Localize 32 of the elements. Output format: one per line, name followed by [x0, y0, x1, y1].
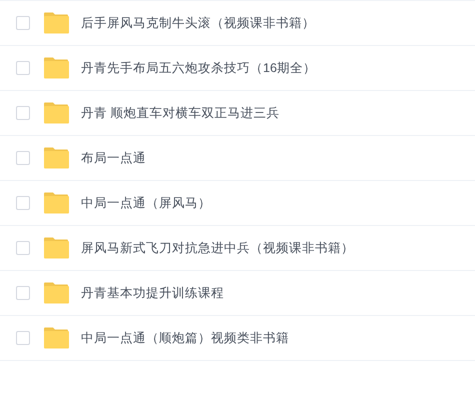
checkbox[interactable]	[16, 331, 30, 345]
folder-icon	[43, 102, 69, 124]
file-name[interactable]: 后手屏风马克制牛头滚（视频课非书籍）	[81, 14, 315, 32]
checkbox[interactable]	[16, 151, 30, 165]
file-name[interactable]: 丹青 顺炮直车对横车双正马进三兵	[81, 104, 280, 122]
file-row[interactable]: 丹青基本功提升训练课程	[0, 271, 475, 316]
file-row[interactable]: 中局一点通（顺炮篇）视频类非书籍	[0, 316, 475, 361]
folder-icon	[43, 12, 69, 34]
folder-icon	[43, 192, 69, 214]
folder-icon	[43, 147, 69, 169]
checkbox[interactable]	[16, 196, 30, 210]
file-row[interactable]: 中局一点通（屏风马）	[0, 181, 475, 226]
folder-icon	[43, 237, 69, 259]
checkbox[interactable]	[16, 106, 30, 120]
folder-icon	[43, 327, 69, 349]
file-name[interactable]: 屏风马新式飞刀对抗急进中兵（视频课非书籍）	[81, 238, 354, 258]
checkbox[interactable]	[16, 241, 30, 255]
file-row[interactable]: 后手屏风马克制牛头滚（视频课非书籍）	[0, 1, 475, 46]
file-row[interactable]: 丹青先手布局五六炮攻杀技巧（16期全）	[0, 46, 475, 91]
file-name[interactable]: 中局一点通（顺炮篇）视频类非书籍	[81, 328, 289, 348]
file-name[interactable]: 丹青先手布局五六炮攻杀技巧（16期全）	[81, 58, 316, 78]
file-row[interactable]: 丹青 顺炮直车对横车双正马进三兵	[0, 91, 475, 136]
folder-icon	[43, 282, 69, 304]
file-row[interactable]: 屏风马新式飞刀对抗急进中兵（视频课非书籍）	[0, 226, 475, 271]
file-row[interactable]: 布局一点通	[0, 136, 475, 181]
folder-icon	[43, 57, 69, 79]
file-name[interactable]: 中局一点通（屏风马）	[81, 194, 211, 212]
checkbox[interactable]	[16, 61, 30, 75]
file-name[interactable]: 丹青基本功提升训练课程	[81, 284, 224, 302]
checkbox[interactable]	[16, 16, 30, 30]
checkbox[interactable]	[16, 286, 30, 300]
file-name[interactable]: 布局一点通	[81, 148, 146, 168]
